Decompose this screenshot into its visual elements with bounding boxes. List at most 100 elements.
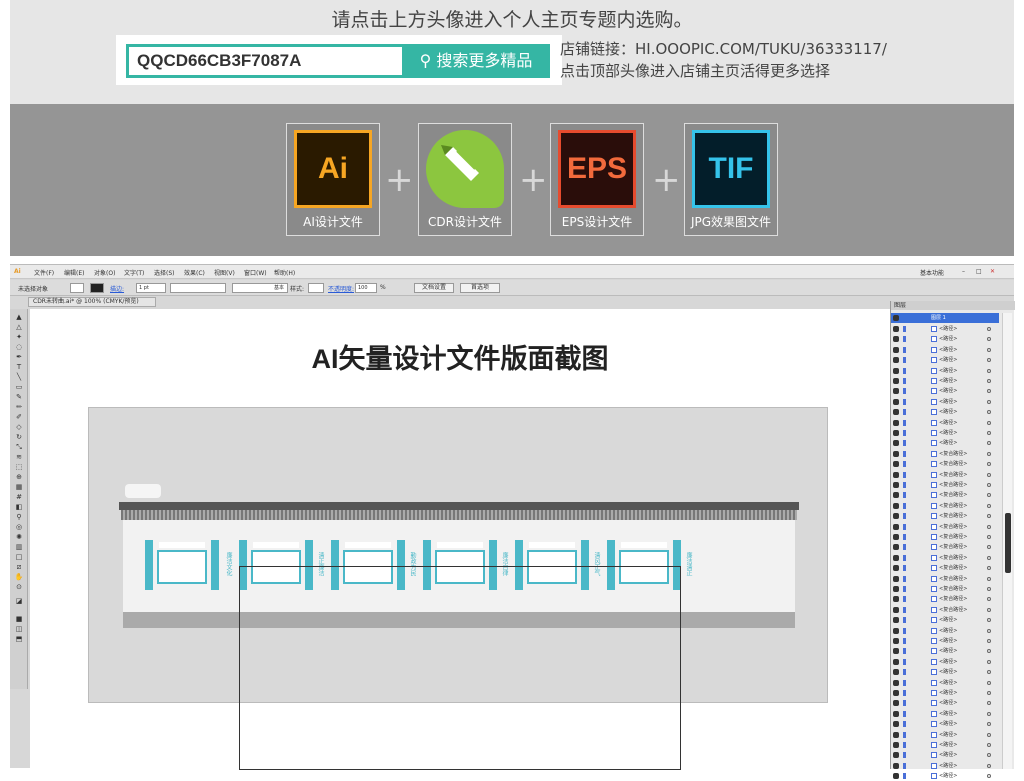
stroke-swatch[interactable]: [90, 283, 104, 293]
layer-row[interactable]: <复合路径>: [891, 480, 999, 490]
target-icon[interactable]: [987, 597, 991, 602]
rectangle-tool-icon[interactable]: ▭: [13, 383, 25, 391]
eye-icon[interactable]: [893, 440, 899, 447]
layer-row[interactable]: <路径>: [891, 740, 999, 750]
rotate-tool-icon[interactable]: ↻: [13, 433, 25, 441]
target-icon[interactable]: [987, 347, 991, 352]
gradient-tool-icon[interactable]: ◧: [13, 503, 25, 511]
opacity-field[interactable]: 100: [355, 283, 377, 293]
document-tab[interactable]: CDR未转曲.ai* @ 100% (CMYK/预览): [28, 297, 156, 307]
layer-row[interactable]: <复合路径>: [891, 501, 999, 511]
eraser-tool-icon[interactable]: ◇: [13, 423, 25, 431]
layer-row[interactable]: <路径>: [891, 376, 999, 386]
eye-icon[interactable]: [893, 606, 899, 613]
layer-row[interactable]: <复合路径>: [891, 449, 999, 459]
eye-icon[interactable]: [893, 523, 899, 530]
target-icon[interactable]: [987, 462, 991, 467]
opacity-label[interactable]: 不透明度:: [328, 284, 354, 293]
layer-row[interactable]: <路径>: [891, 636, 999, 646]
target-icon[interactable]: [987, 472, 991, 477]
eye-icon[interactable]: [893, 565, 899, 572]
layer-row[interactable]: <路径>: [891, 688, 999, 698]
layer-row[interactable]: <复合路径>: [891, 605, 999, 615]
target-icon[interactable]: [987, 524, 991, 529]
document-setup-button[interactable]: 文档设置: [414, 283, 454, 293]
eye-icon[interactable]: [893, 378, 899, 384]
fill-swatch[interactable]: [70, 283, 84, 293]
graph-tool-icon[interactable]: ▥: [13, 543, 25, 551]
eye-icon[interactable]: [893, 388, 899, 395]
layer-row[interactable]: <路径>: [891, 730, 999, 740]
target-icon[interactable]: [987, 639, 991, 643]
selection-tool-icon[interactable]: ▲: [13, 313, 25, 321]
scrollbar-thumb[interactable]: [1005, 513, 1011, 573]
layer-row[interactable]: <路径>: [891, 709, 999, 719]
layer-row[interactable]: <路径>: [891, 678, 999, 688]
target-icon[interactable]: [987, 680, 991, 685]
layer-row[interactable]: <路径>: [891, 615, 999, 625]
screen-mode-icon[interactable]: ⬒: [13, 635, 25, 643]
layer-row[interactable]: <复合路径>: [891, 553, 999, 563]
pencil-tool-icon[interactable]: ✏: [13, 403, 25, 411]
target-icon[interactable]: [987, 535, 991, 539]
target-icon[interactable]: [987, 493, 991, 498]
eye-icon[interactable]: [893, 534, 899, 540]
layer-row[interactable]: <路径>: [891, 761, 999, 771]
target-icon[interactable]: [987, 753, 991, 758]
lasso-tool-icon[interactable]: ◌: [13, 343, 25, 351]
target-icon[interactable]: [987, 379, 991, 383]
eye-icon[interactable]: [893, 721, 899, 728]
layer-row[interactable]: <复合路径>: [891, 532, 999, 542]
brush-dropdown[interactable]: 基本: [232, 283, 288, 293]
artboard[interactable]: 廉洁文化 清正廉洁 勤政为民 廉洁自律 清风正气 廉洁清正: [88, 407, 828, 770]
color-mode-icon[interactable]: ■: [13, 615, 25, 623]
target-icon[interactable]: [987, 410, 991, 415]
layer-row[interactable]: <路径>: [891, 324, 999, 334]
eye-icon[interactable]: [893, 731, 899, 738]
target-icon[interactable]: [987, 483, 991, 487]
target-icon[interactable]: [987, 368, 991, 373]
eye-icon[interactable]: [893, 482, 899, 488]
menu-file[interactable]: 文件(F): [34, 268, 54, 277]
layer-row[interactable]: <复合路径>: [891, 574, 999, 584]
layer-row[interactable]: <路径>: [891, 719, 999, 729]
mesh-tool-icon[interactable]: #: [13, 493, 25, 501]
fill-stroke-icon[interactable]: ◪: [13, 597, 25, 611]
type-tool-icon[interactable]: T: [13, 363, 25, 371]
layer-row[interactable]: <复合路径>: [891, 511, 999, 521]
eye-icon[interactable]: [893, 554, 899, 561]
layer-row[interactable]: <复合路径>: [891, 594, 999, 604]
layer-row[interactable]: <路径>: [891, 771, 999, 781]
target-icon[interactable]: [987, 431, 991, 435]
eye-icon[interactable]: [893, 658, 899, 665]
symbol-sprayer-tool-icon[interactable]: ✺: [13, 533, 25, 541]
layer-row[interactable]: <复合路径>: [891, 490, 999, 500]
search-button[interactable]: ⚲ 搜索更多精品: [402, 44, 550, 78]
layer-row[interactable]: <复合路径>: [891, 563, 999, 573]
direct-selection-tool-icon[interactable]: △: [13, 323, 25, 331]
eye-icon[interactable]: [893, 617, 899, 624]
layer-row[interactable]: <路径>: [891, 418, 999, 428]
variable-width-dropdown[interactable]: [170, 283, 226, 293]
target-icon[interactable]: [987, 399, 991, 404]
target-icon[interactable]: [987, 441, 991, 446]
layer-row[interactable]: <路径>: [891, 438, 999, 448]
target-icon[interactable]: [987, 337, 991, 342]
target-icon[interactable]: [987, 763, 991, 768]
minimize-button[interactable]: –: [962, 268, 965, 275]
eye-icon[interactable]: [893, 679, 899, 686]
maximize-button[interactable]: □: [976, 268, 982, 275]
eye-icon[interactable]: [893, 773, 899, 780]
layer-row[interactable]: <复合路径>: [891, 584, 999, 594]
target-icon[interactable]: [987, 503, 991, 508]
eye-icon[interactable]: [893, 346, 899, 353]
eye-icon[interactable]: [893, 742, 899, 748]
slice-tool-icon[interactable]: ⧄: [13, 563, 25, 571]
perspective-grid-tool-icon[interactable]: ▦: [13, 483, 25, 491]
target-icon[interactable]: [987, 451, 991, 456]
hand-tool-icon[interactable]: ✋: [13, 573, 25, 581]
layers-panel-tab[interactable]: 图层: [891, 301, 1015, 310]
layer-row[interactable]: <路径>: [891, 345, 999, 355]
scale-tool-icon[interactable]: ⤡: [13, 443, 25, 451]
target-icon[interactable]: [987, 358, 991, 363]
